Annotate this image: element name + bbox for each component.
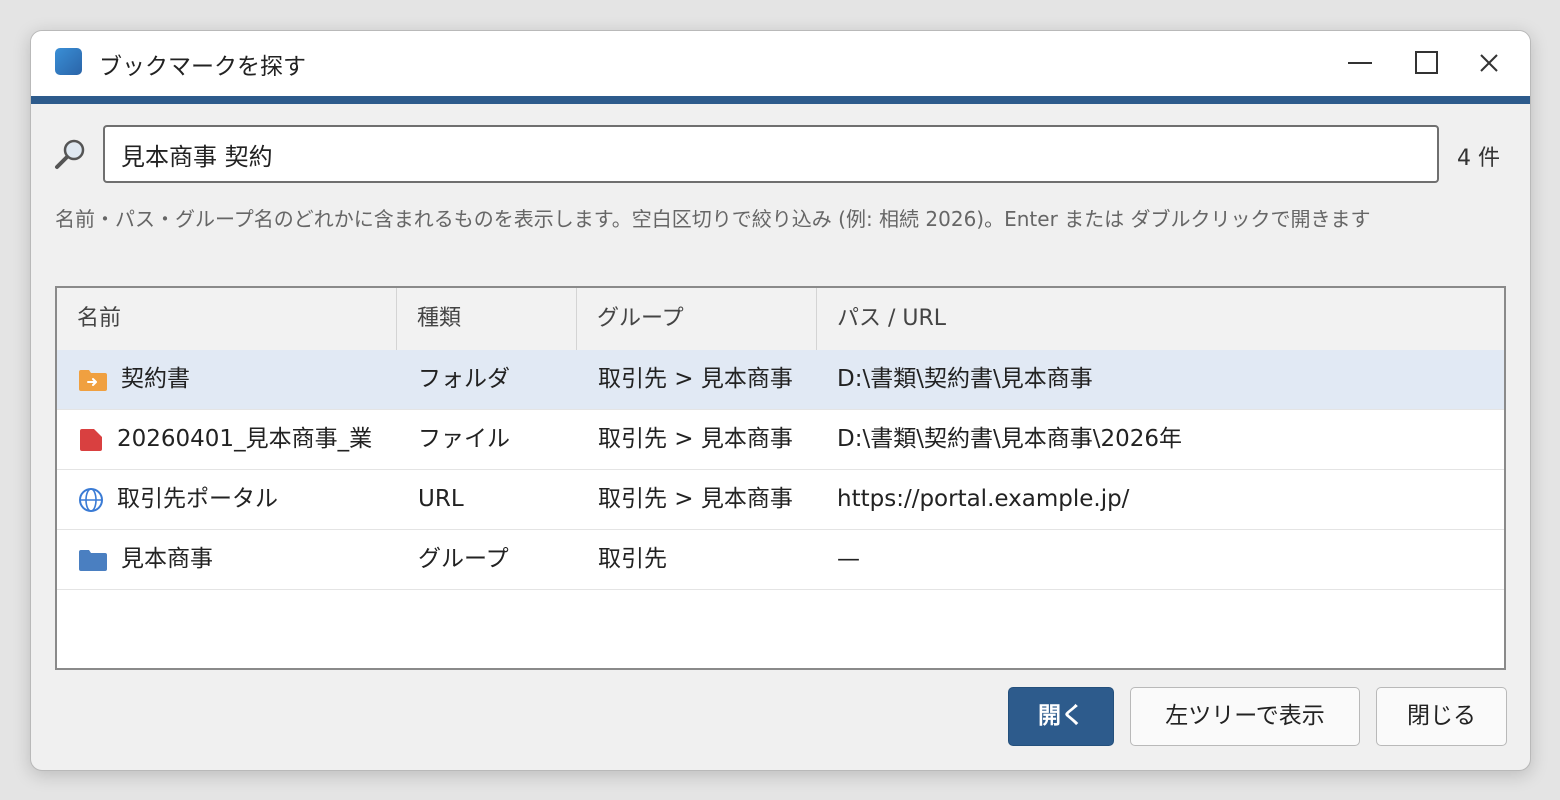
row-group: 取引先 > 見本商事 [598,366,793,392]
results-table: 名前 種類 グループ パス / URL 契約書 フォルダ 取引先 > 見本商事 … [55,286,1506,670]
header-path[interactable]: パス / URL [817,288,1504,350]
header-group[interactable]: グループ [577,288,817,350]
close-icon [1480,54,1498,72]
minimize-button[interactable] [1340,45,1380,81]
table-header: 名前 種類 グループ パス / URL [57,288,1504,351]
window-title: ブックマークを探す [99,54,306,80]
row-type: グループ [418,546,509,572]
table-row[interactable]: 20260401_見本商事_業 ファイル 取引先 > 見本商事 D:\書類\契約… [57,410,1504,470]
row-type: ファイル [418,426,510,452]
table-row[interactable]: 契約書 フォルダ 取引先 > 見本商事 D:\書類\契約書\見本商事 [57,350,1504,410]
row-group: 取引先 [598,546,667,572]
row-name: 契約書 [121,366,190,392]
app-icon [55,48,82,75]
header-type[interactable]: 種類 [397,288,577,350]
minimize-icon [1348,62,1372,64]
row-name: 取引先ポータル [117,486,278,512]
row-path: https://portal.example.jp/ [837,486,1130,512]
maximize-icon [1415,51,1438,74]
maximize-button[interactable] [1407,45,1447,81]
row-group: 取引先 > 見本商事 [598,486,793,512]
row-path: D:\書類\契約書\見本商事\2026年 [837,426,1182,452]
close-button[interactable]: 閉じる [1376,687,1507,746]
show-in-tree-button[interactable]: 左ツリーで表示 [1130,687,1360,746]
title-bar: ブックマークを探す [31,31,1530,96]
header-name[interactable]: 名前 [57,288,397,350]
row-path: — [837,546,860,572]
file-icon [80,429,102,451]
accent-bar [31,96,1530,104]
folder-link-icon [79,370,107,391]
row-name: 見本商事 [121,546,213,572]
table-row[interactable]: 見本商事 グループ 取引先 — [57,530,1504,590]
search-input[interactable] [103,125,1439,183]
close-window-button[interactable] [1469,45,1509,81]
group-folder-icon [79,550,107,571]
globe-icon [79,488,103,512]
row-type: URL [418,486,464,512]
search-icon [55,139,85,169]
row-group: 取引先 > 見本商事 [598,426,793,452]
result-count: 4 件 [1457,146,1500,171]
row-path: D:\書類\契約書\見本商事 [837,366,1093,392]
table-row[interactable]: 取引先ポータル URL 取引先 > 見本商事 https://portal.ex… [57,470,1504,530]
bookmark-search-dialog: ブックマークを探す 4 件 名前・パス・グループ名のどれかに含まれるものを表示し… [30,30,1531,771]
open-button[interactable]: 開く [1008,687,1114,746]
row-name: 20260401_見本商事_業 [117,426,373,452]
search-hint: 名前・パス・グループ名のどれかに含まれるものを表示します。空白区切りで絞り込み … [55,207,1371,231]
row-type: フォルダ [418,366,510,392]
